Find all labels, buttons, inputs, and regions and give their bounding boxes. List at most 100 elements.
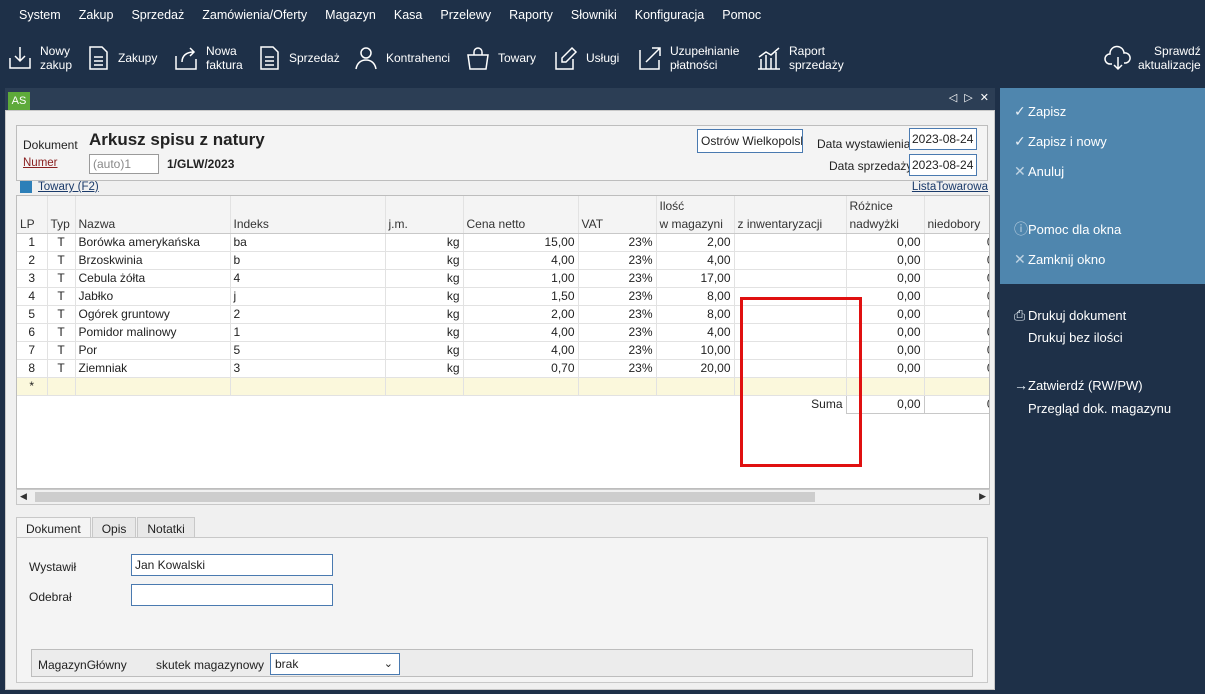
col-header-nazwa[interactable]: Nazwa [75,215,231,234]
cell-inwent[interactable] [734,233,847,252]
cell-vat[interactable]: 23% [578,251,657,270]
col-header-vat[interactable]: VAT [578,215,657,234]
purchases-button[interactable]: Zakupy [84,38,157,78]
cell-jm[interactable]: kg [385,251,464,270]
col-header-lp[interactable]: LP [17,215,48,234]
menu-zamowienia[interactable]: Zamówienia/Oferty [193,8,316,22]
new-invoice-button[interactable]: Nowa faktura [172,38,243,78]
cell-niedobory[interactable]: 0,0 [924,233,989,252]
cell-inwent[interactable] [734,323,847,342]
tab-controls[interactable]: ◁ ▷ ✕ [949,91,991,104]
cell-lp[interactable]: 3 [17,269,48,288]
cell-indeks[interactable]: 4 [230,269,386,288]
cell-magazyn[interactable]: 17,00 [656,269,735,288]
cell-lp[interactable]: 1 [17,233,48,252]
table-row[interactable]: 5TOgórek gruntowy2kg2,0023%8,00 0,000,0 [17,305,989,324]
services-button[interactable]: Usługi [552,38,619,78]
cell-inwent[interactable] [734,287,847,306]
scroll-thumb[interactable] [35,492,815,502]
menu-slowniki[interactable]: Słowniki [562,8,626,22]
cell-nadwyzki[interactable]: 0,00 [846,341,925,360]
save-and-new-button[interactable]: ✓ Zapisz i nowy [1000,129,1205,153]
cell-indeks[interactable]: 1 [230,323,386,342]
cell-cena[interactable]: 1,50 [463,287,579,306]
cell-nazwa[interactable]: Jabłko [75,287,231,306]
cell-nazwa[interactable]: Pomidor malinowy [75,323,231,342]
col-header-indeks[interactable]: Indeks [230,215,386,234]
cell-lp[interactable]: 8 [17,359,48,378]
menu-kasa[interactable]: Kasa [385,8,432,22]
place-input[interactable]: Ostrów Wielkopolski [697,129,803,153]
stock-effect-select[interactable]: brak ⌄ [270,653,400,675]
cell-indeks[interactable]: 5 [230,341,386,360]
menu-sprzedaz[interactable]: Sprzedaż [122,8,193,22]
cell-cena[interactable]: 15,00 [463,233,579,252]
cell-lp[interactable]: 2 [17,251,48,270]
table-row[interactable]: 8TZiemniak3kg0,7023%20,00 0,000,0 [17,359,989,378]
menu-pomoc[interactable]: Pomoc [713,8,770,22]
cell-typ[interactable]: T [47,233,76,252]
cell-indeks[interactable]: 3 [230,359,386,378]
cell-nadwyzki[interactable]: 0,00 [846,233,925,252]
col-header-magazyn[interactable]: w magazyni [656,215,735,234]
cell-indeks[interactable]: 2 [230,305,386,324]
sales-button[interactable]: Sprzedaż [255,38,340,78]
menu-konfiguracja[interactable]: Konfiguracja [626,8,714,22]
menu-zakup[interactable]: Zakup [70,8,123,22]
table-row[interactable]: 3TCebula żółta4kg1,0023%17,00 0,000,0 [17,269,989,288]
col-header-cena[interactable]: Cena netto [463,215,579,234]
cell-inwent[interactable] [734,359,847,378]
cell-magazyn[interactable]: 8,00 [656,287,735,306]
products-link[interactable]: Towary (F2) [20,181,99,193]
window-help-button[interactable]: ⓘ Pomoc dla okna [1000,217,1205,241]
cell-magazyn[interactable]: 2,00 [656,233,735,252]
col-header-nadwyzki[interactable]: nadwyżki [846,215,925,234]
cell-nadwyzki[interactable]: 0,00 [846,251,925,270]
cell-lp[interactable]: 5 [17,305,48,324]
cell-jm[interactable]: kg [385,233,464,252]
scroll-right-icon[interactable]: ▶ [979,491,986,502]
print-document-button[interactable]: ⎙ Drukuj dokument [1000,303,1205,327]
cell-nazwa[interactable]: Brzoskwinia [75,251,231,270]
cell-nazwa[interactable]: Borówka amerykańska [75,233,231,252]
number-link[interactable]: Numer [23,157,58,169]
cell-vat[interactable]: 23% [578,323,657,342]
number-input[interactable]: (auto)1 [89,154,159,174]
cell-cena[interactable]: 4,00 [463,341,579,360]
cell-indeks[interactable]: j [230,287,386,306]
check-updates-button[interactable]: Sprawdź aktualizacje [1104,38,1201,78]
cell-niedobory[interactable]: 0,0 [924,305,989,324]
received-by-input[interactable] [131,584,333,606]
tab-opis[interactable]: Opis [91,517,137,539]
cell-magazyn[interactable]: 10,00 [656,341,735,360]
table-row[interactable]: 2TBrzoskwiniabkg4,0023%4,000,000,0 [17,251,989,270]
scroll-left-icon[interactable]: ◀ [20,491,27,502]
col-header-typ[interactable]: Typ [47,215,76,234]
cell-jm[interactable]: kg [385,305,464,324]
menu-magazyn[interactable]: Magazyn [316,8,385,22]
close-window-button[interactable]: ✕ Zamknij okno [1000,247,1205,271]
cell-vat[interactable]: 23% [578,341,657,360]
menu-przelewy[interactable]: Przelewy [431,8,500,22]
cell-typ[interactable]: T [47,359,76,378]
cell-inwent[interactable] [734,251,847,270]
cell-jm[interactable]: kg [385,287,464,306]
cell-inwent[interactable] [734,341,847,360]
cell-vat[interactable]: 23% [578,287,657,306]
cell-nadwyzki[interactable]: 0,00 [846,323,925,342]
col-header-jm[interactable]: j.m. [385,215,464,234]
new-row[interactable]: * [17,377,989,396]
cell-magazyn[interactable]: 8,00 [656,305,735,324]
cell-vat[interactable]: 23% [578,269,657,288]
cell-indeks[interactable]: b [230,251,386,270]
cell-cena[interactable]: 4,00 [463,251,579,270]
issued-by-input[interactable]: Jan Kowalski [131,554,333,576]
cell-cena[interactable]: 4,00 [463,323,579,342]
cell-jm[interactable]: kg [385,323,464,342]
table-row[interactable]: 7TPor5kg4,0023%10,00 0,000,0 [17,341,989,360]
print-without-qty-button[interactable]: Drukuj bez ilości [1000,325,1205,349]
cell-vat[interactable]: 23% [578,305,657,324]
cell-jm[interactable]: kg [385,359,464,378]
cell-nadwyzki[interactable]: 0,00 [846,359,925,378]
cell-niedobory[interactable]: 0,0 [924,269,989,288]
